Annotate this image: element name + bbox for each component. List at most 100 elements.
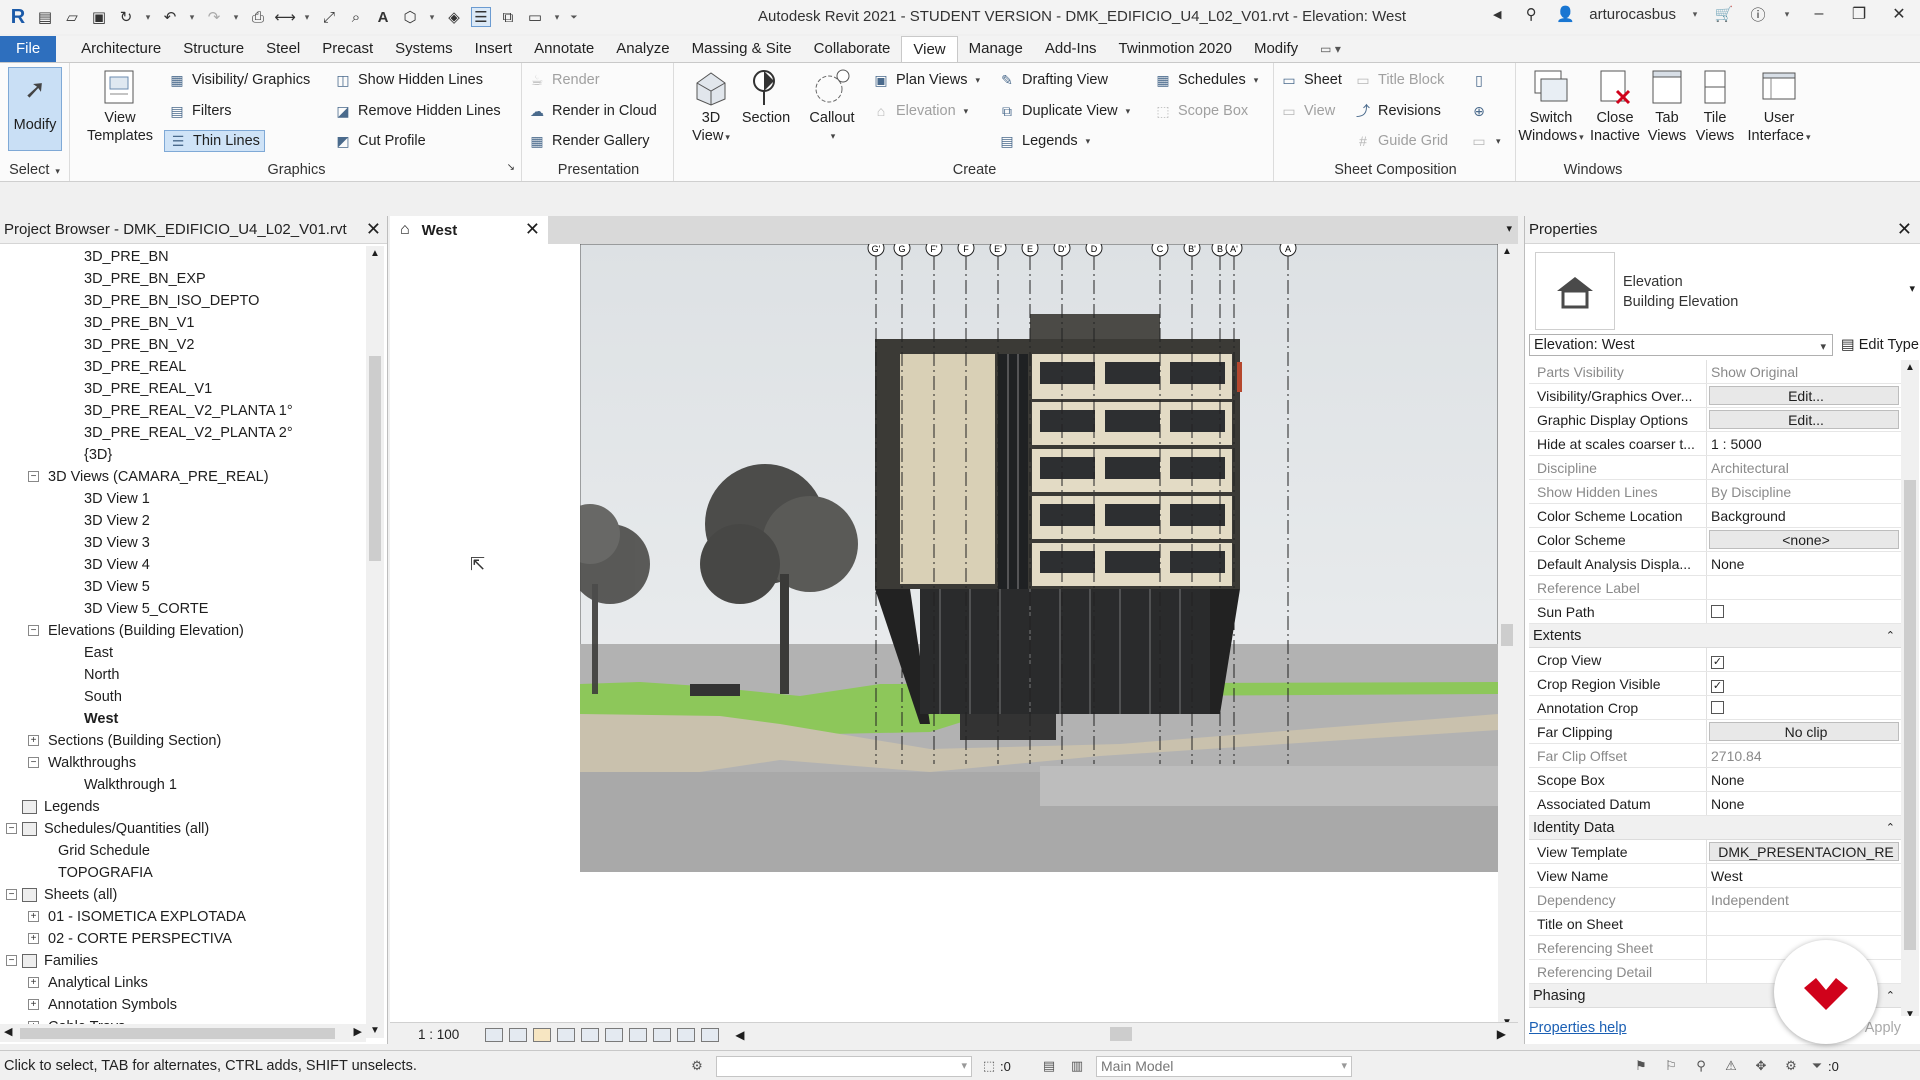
browser-item[interactable]: + Sections (Building Section) — [0, 730, 366, 752]
properties-scrollbar[interactable]: ▲ ▼ — [1901, 360, 1919, 1022]
worksets-icon[interactable]: ⚙ — [688, 1058, 706, 1074]
restore-button[interactable]: ❐ — [1846, 4, 1872, 24]
sun-path-icon[interactable] — [533, 1027, 552, 1042]
collapse-icon[interactable]: ⌃ — [1886, 816, 1895, 840]
property-group-header[interactable]: Extents ⌃ — [1529, 624, 1901, 648]
user-icon[interactable]: 👤 — [1555, 4, 1575, 24]
view-scale[interactable]: 1 : 100 — [418, 1027, 459, 1042]
browser-item[interactable]: East — [0, 642, 366, 664]
browser-item[interactable]: 3D View 5_CORTE — [0, 598, 366, 620]
arrow-left-icon[interactable]: ◀ — [1487, 4, 1507, 24]
browser-item[interactable]: 3D_PRE_REAL_V2_PLANTA 2° — [0, 422, 366, 444]
scroll-up-icon[interactable]: ▲ — [1502, 246, 1512, 257]
rendering-dialog-icon[interactable] — [581, 1027, 600, 1042]
scroll-right-icon[interactable]: ▶ — [354, 1025, 362, 1038]
chevron-down-icon[interactable]: ▾ — [1909, 282, 1915, 295]
sheet-button[interactable]: ▭ Sheet — [1280, 69, 1342, 91]
property-value[interactable]: None — [1707, 552, 1901, 575]
tab-add-ins[interactable]: Add-Ins — [1034, 36, 1108, 62]
tab-massing-site[interactable]: Massing & Site — [681, 36, 803, 62]
visual-style-icon[interactable] — [509, 1027, 528, 1042]
collapse-icon[interactable]: − — [28, 757, 39, 768]
select-by-face-icon[interactable]: ⚠ — [1722, 1058, 1740, 1074]
property-value[interactable]: None — [1707, 792, 1901, 815]
close-window-button[interactable]: ✕ — [1886, 4, 1912, 24]
property-button[interactable]: DMK_PRESENTACION_RE — [1709, 842, 1899, 861]
tab-insert[interactable]: Insert — [464, 36, 524, 62]
expand-icon[interactable]: + — [28, 977, 39, 988]
property-button[interactable]: No clip — [1709, 722, 1899, 741]
collapse-icon[interactable]: ⌃ — [1886, 624, 1895, 648]
browser-item[interactable]: 3D_PRE_REAL — [0, 356, 366, 378]
chevron-down-icon[interactable]: ▾ — [1782, 4, 1792, 24]
collapse-icon[interactable]: − — [6, 823, 17, 834]
collapse-icon[interactable]: ⌃ — [1886, 984, 1895, 1008]
design-option-dropdown[interactable]: Main Model ▾ — [1096, 1056, 1352, 1077]
browser-item[interactable]: 3D View 1 — [0, 488, 366, 510]
drag-elements-icon[interactable]: ✥ — [1752, 1058, 1770, 1074]
browser-item[interactable]: 3D View 5 — [0, 576, 366, 598]
ribbon-minimize-toggle[interactable]: ▭ ▾ — [1309, 36, 1352, 62]
property-group-header[interactable]: Identity Data ⌃ — [1529, 816, 1901, 840]
reveal-hidden-icon[interactable] — [677, 1027, 696, 1042]
switch-windows-button[interactable]: Switch Windows ▾ — [1518, 67, 1584, 146]
filters-button[interactable]: ▤ Filters — [168, 100, 231, 122]
type-selector[interactable]: Elevation Building Elevation ▾ — [1529, 246, 1917, 346]
callout-button[interactable]: Callout ▾ — [800, 67, 864, 145]
guide-grid-button[interactable]: # Guide Grid — [1354, 130, 1448, 152]
browser-vertical-scrollbar[interactable]: ▲ ▼ — [366, 246, 384, 1038]
plan-views-button[interactable]: ▣ Plan Views ▾ — [872, 69, 980, 91]
browser-item[interactable]: 3D_PRE_BN_EXP — [0, 268, 366, 290]
chevron-down-icon[interactable]: ▾ — [302, 7, 312, 27]
scroll-up-icon[interactable]: ▲ — [370, 248, 380, 259]
browser-item[interactable]: 3D View 2 — [0, 510, 366, 532]
scroll-thumb[interactable] — [369, 356, 381, 561]
tab-view-west[interactable]: ⌂ West ✕ — [390, 216, 548, 244]
collapse-icon[interactable]: − — [28, 625, 39, 636]
browser-item[interactable]: 3D_PRE_REAL_V2_PLANTA 1° — [0, 400, 366, 422]
chevron-down-icon[interactable]: ▾ — [427, 7, 437, 27]
editable-only-icon[interactable]: ⬚ — [980, 1058, 998, 1074]
collapse-icon[interactable]: − — [28, 471, 39, 482]
print-icon[interactable]: ⎙ — [248, 7, 268, 27]
tab-steel[interactable]: Steel — [255, 36, 311, 62]
tab-list-dropdown-icon[interactable]: ▾ — [1506, 222, 1512, 235]
instance-filter-dropdown[interactable]: Elevation: West ▾ — [1529, 334, 1833, 356]
minimize-button[interactable]: – — [1806, 5, 1832, 23]
chevron-down-icon[interactable]: ▾ — [143, 7, 153, 27]
chevron-down-icon[interactable]: ▾ — [231, 7, 241, 27]
save-icon[interactable]: ▣ — [89, 7, 109, 27]
scroll-thumb[interactable] — [20, 1028, 335, 1039]
collapse-icon[interactable]: − — [6, 889, 17, 900]
scroll-thumb[interactable] — [1501, 624, 1513, 646]
default-3d-view-icon[interactable]: ⬡ — [400, 7, 420, 27]
scroll-left-icon[interactable]: ◀ — [4, 1025, 12, 1038]
close-icon[interactable]: ✕ — [1897, 219, 1912, 240]
visibility-graphics-button[interactable]: ▦ Visibility/ Graphics — [168, 69, 310, 91]
scroll-thumb[interactable] — [1110, 1027, 1132, 1041]
view-templates-button[interactable]: View Templates — [82, 67, 158, 145]
tab-modify[interactable]: Modify — [1243, 36, 1309, 62]
workset-dropdown[interactable]: ▾ — [716, 1056, 972, 1077]
browser-item[interactable]: +02 - CORTE PERSPECTIVA — [0, 928, 366, 950]
tab-views-button[interactable]: Tab Views — [1642, 67, 1692, 145]
browser-item[interactable]: Walkthrough 1 — [0, 774, 366, 796]
browser-item[interactable]: 3D_PRE_BN_V2 — [0, 334, 366, 356]
browser-item[interactable]: 3D View 3 — [0, 532, 366, 554]
tab-precast[interactable]: Precast — [311, 36, 384, 62]
browser-item[interactable]: 3D_PRE_REAL_V1 — [0, 378, 366, 400]
shadows-icon[interactable] — [557, 1027, 576, 1042]
tab-twinmotion[interactable]: Twinmotion 2020 — [1108, 36, 1243, 62]
tab-file[interactable]: File — [0, 36, 57, 62]
aligned-dimension-icon[interactable]: ⤢ — [319, 7, 339, 27]
select-links-icon[interactable]: ⚑ — [1632, 1058, 1650, 1074]
browser-item[interactable]: 3D_PRE_BN_ISO_DEPTO — [0, 290, 366, 312]
view-vertical-scrollbar[interactable]: ▲ ▼ — [1498, 244, 1516, 1030]
tab-collaborate[interactable]: Collaborate — [803, 36, 902, 62]
property-checkbox-cell[interactable] — [1707, 696, 1901, 719]
thin-lines-button[interactable]: ☰ Thin Lines — [164, 130, 265, 152]
browser-item[interactable]: −3D Views (CAMARA_PRE_REAL) — [0, 466, 366, 488]
scope-box-button[interactable]: ⬚ Scope Box — [1154, 100, 1248, 122]
scroll-down-icon[interactable]: ▼ — [370, 1025, 380, 1036]
thin-lines-icon[interactable]: ☰ — [471, 7, 491, 27]
